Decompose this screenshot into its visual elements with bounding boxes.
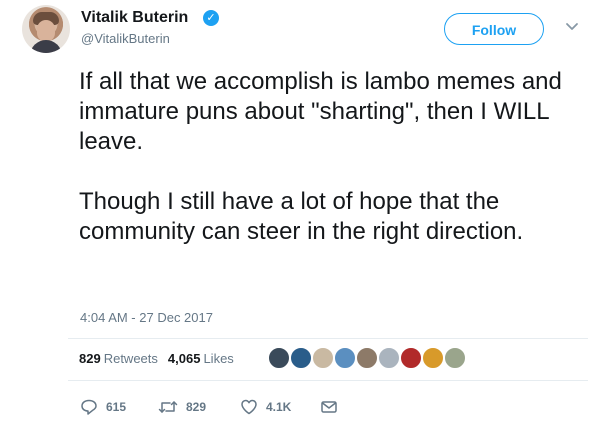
avatar[interactable] xyxy=(22,5,70,53)
tweet-paragraph: Though I still have a lot of hope that t… xyxy=(79,188,524,245)
likes-label: Likes xyxy=(203,351,234,366)
retweet-count: 829 xyxy=(186,400,207,414)
liker-avatar[interactable] xyxy=(334,347,356,369)
tweet-card: Vitalik Buterin ✓ @VitalikButerin Follow… xyxy=(0,0,609,437)
liker-avatar[interactable] xyxy=(290,347,312,369)
direct-message-action[interactable] xyxy=(320,398,338,416)
heart-icon xyxy=(241,399,257,415)
chevron-down-icon[interactable] xyxy=(565,22,579,32)
likes-count: 4,065 xyxy=(167,351,201,366)
like-count: 4.1K xyxy=(266,400,292,414)
divider xyxy=(68,338,588,339)
like-action[interactable]: 4.1K xyxy=(240,398,320,416)
retweets-label: Retweets xyxy=(103,351,158,366)
reply-icon xyxy=(81,399,97,415)
reply-action[interactable]: 615 xyxy=(80,398,158,416)
liker-avatar[interactable] xyxy=(356,347,378,369)
retweets-stat[interactable]: 829 Retweets xyxy=(79,351,158,367)
avatar-face xyxy=(37,20,55,42)
liker-avatar[interactable] xyxy=(268,347,290,369)
verified-badge-icon: ✓ xyxy=(203,10,219,26)
envelope-icon xyxy=(321,401,337,413)
retweet-icon xyxy=(158,401,178,413)
liker-avatar[interactable] xyxy=(444,347,466,369)
tweet-text: If all that we accomplish is lambo memes… xyxy=(79,67,584,247)
follow-button[interactable]: Follow xyxy=(444,13,544,45)
tweet-actions: 615 829 4.1K xyxy=(80,398,338,416)
user-name[interactable]: Vitalik Buterin xyxy=(81,8,188,28)
retweets-count: 829 xyxy=(79,351,101,366)
liker-avatars xyxy=(268,347,466,369)
avatar-shirt xyxy=(30,40,62,53)
liker-avatar[interactable] xyxy=(422,347,444,369)
tweet-stats: 829 Retweets 4,065 Likes xyxy=(79,351,234,367)
user-handle[interactable]: @VitalikButerin xyxy=(81,31,170,47)
divider xyxy=(68,380,588,381)
tweet-timestamp[interactable]: 4:04 AM - 27 Dec 2017 xyxy=(80,310,213,326)
liker-avatar[interactable] xyxy=(400,347,422,369)
liker-avatar[interactable] xyxy=(312,347,334,369)
reply-count: 615 xyxy=(106,400,127,414)
retweet-action[interactable]: 829 xyxy=(158,398,240,416)
liker-avatar[interactable] xyxy=(378,347,400,369)
tweet-paragraph: If all that we accomplish is lambo memes… xyxy=(79,68,562,155)
likes-stat[interactable]: 4,065 Likes xyxy=(168,351,234,367)
